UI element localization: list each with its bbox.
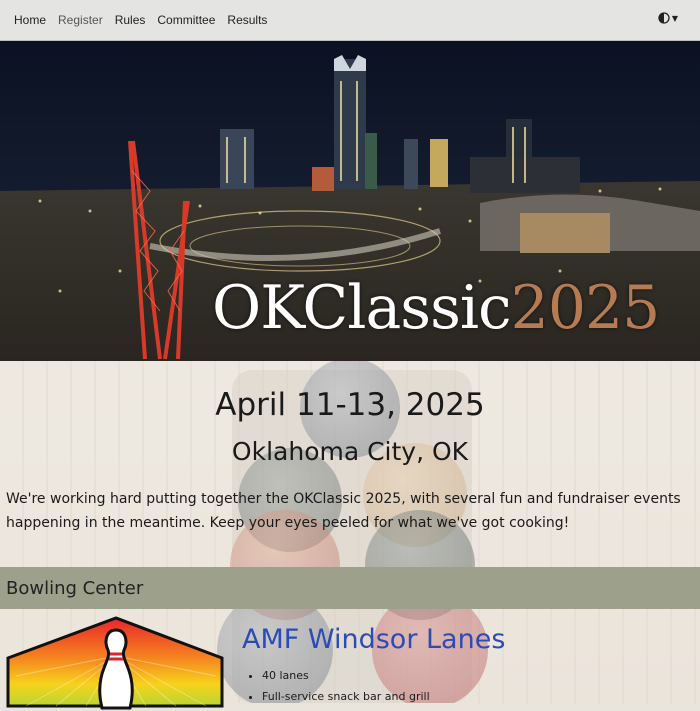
bowling-center-features: 40 lanes Full-service snack bar and gril… [242,665,430,707]
hero-title-main: OKClassic [212,273,512,343]
hero-banner: OKClassic2025 [0,41,700,361]
nav-link-home[interactable]: Home [8,13,52,27]
nav-link-rules[interactable]: Rules [109,13,152,27]
hero-title-year: 2025 [510,273,661,343]
top-navbar: Home Register Rules Committee Results ▼ [0,0,700,41]
bowling-center-section-header: Bowling Center [0,567,700,609]
nav-link-register[interactable]: Register [52,13,109,27]
theme-toggle-button[interactable]: ▼ [658,12,678,24]
nav-links: Home Register Rules Committee Results [8,13,273,27]
intro-paragraph: We're working hard putting together the … [6,491,681,531]
chevron-down-icon: ▼ [671,13,678,23]
event-dates: April 11-13, 2025 [215,387,485,423]
hero-title: OKClassic2025 [212,273,661,343]
bowling-center-name-link[interactable]: AMF Windsor Lanes [242,624,505,655]
contrast-half-circle-icon [658,12,670,24]
list-item: 40 lanes [262,665,430,686]
bowling-pin-sunburst-logo [6,616,224,710]
section-title: Bowling Center [6,577,144,599]
nav-link-results[interactable]: Results [221,13,273,27]
nav-link-committee[interactable]: Committee [151,13,221,27]
event-location: Oklahoma City, OK [231,437,469,466]
list-item: Full-service snack bar and grill [262,686,430,707]
